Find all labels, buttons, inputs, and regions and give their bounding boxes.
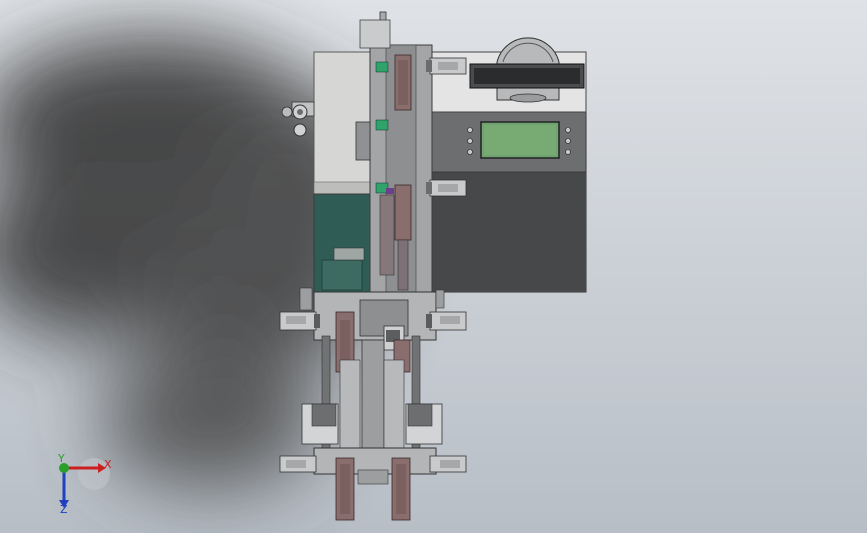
lower-left-fixture[interactable] — [301, 403, 339, 445]
y-axis-label: Y — [57, 452, 65, 465]
z-axis-label: Z — [60, 503, 68, 516]
cad-viewport[interactable]: X Y Z — [0, 0, 867, 533]
x-axis-label: X — [104, 458, 112, 471]
pneumatic-cylinder-lower-left[interactable] — [279, 311, 320, 331]
middle-slide[interactable] — [394, 184, 412, 241]
hmi-buttons-right[interactable] — [565, 127, 571, 155]
hmi-buttons-left[interactable] — [467, 127, 473, 155]
cad-model-view[interactable]: X Y Z — [0, 0, 867, 533]
pneumatic-cylinder-lower-right[interactable] — [426, 311, 467, 331]
lower-right-fixture[interactable] — [405, 403, 443, 445]
pneumatic-cylinder-bottom-left[interactable] — [279, 455, 317, 473]
pneumatic-cylinder-mid-right[interactable] — [426, 179, 467, 197]
center-column[interactable] — [361, 339, 385, 459]
pneumatic-cylinder-top-right[interactable] — [426, 57, 467, 75]
pneumatic-cylinder-bottom-right[interactable] — [429, 455, 467, 473]
